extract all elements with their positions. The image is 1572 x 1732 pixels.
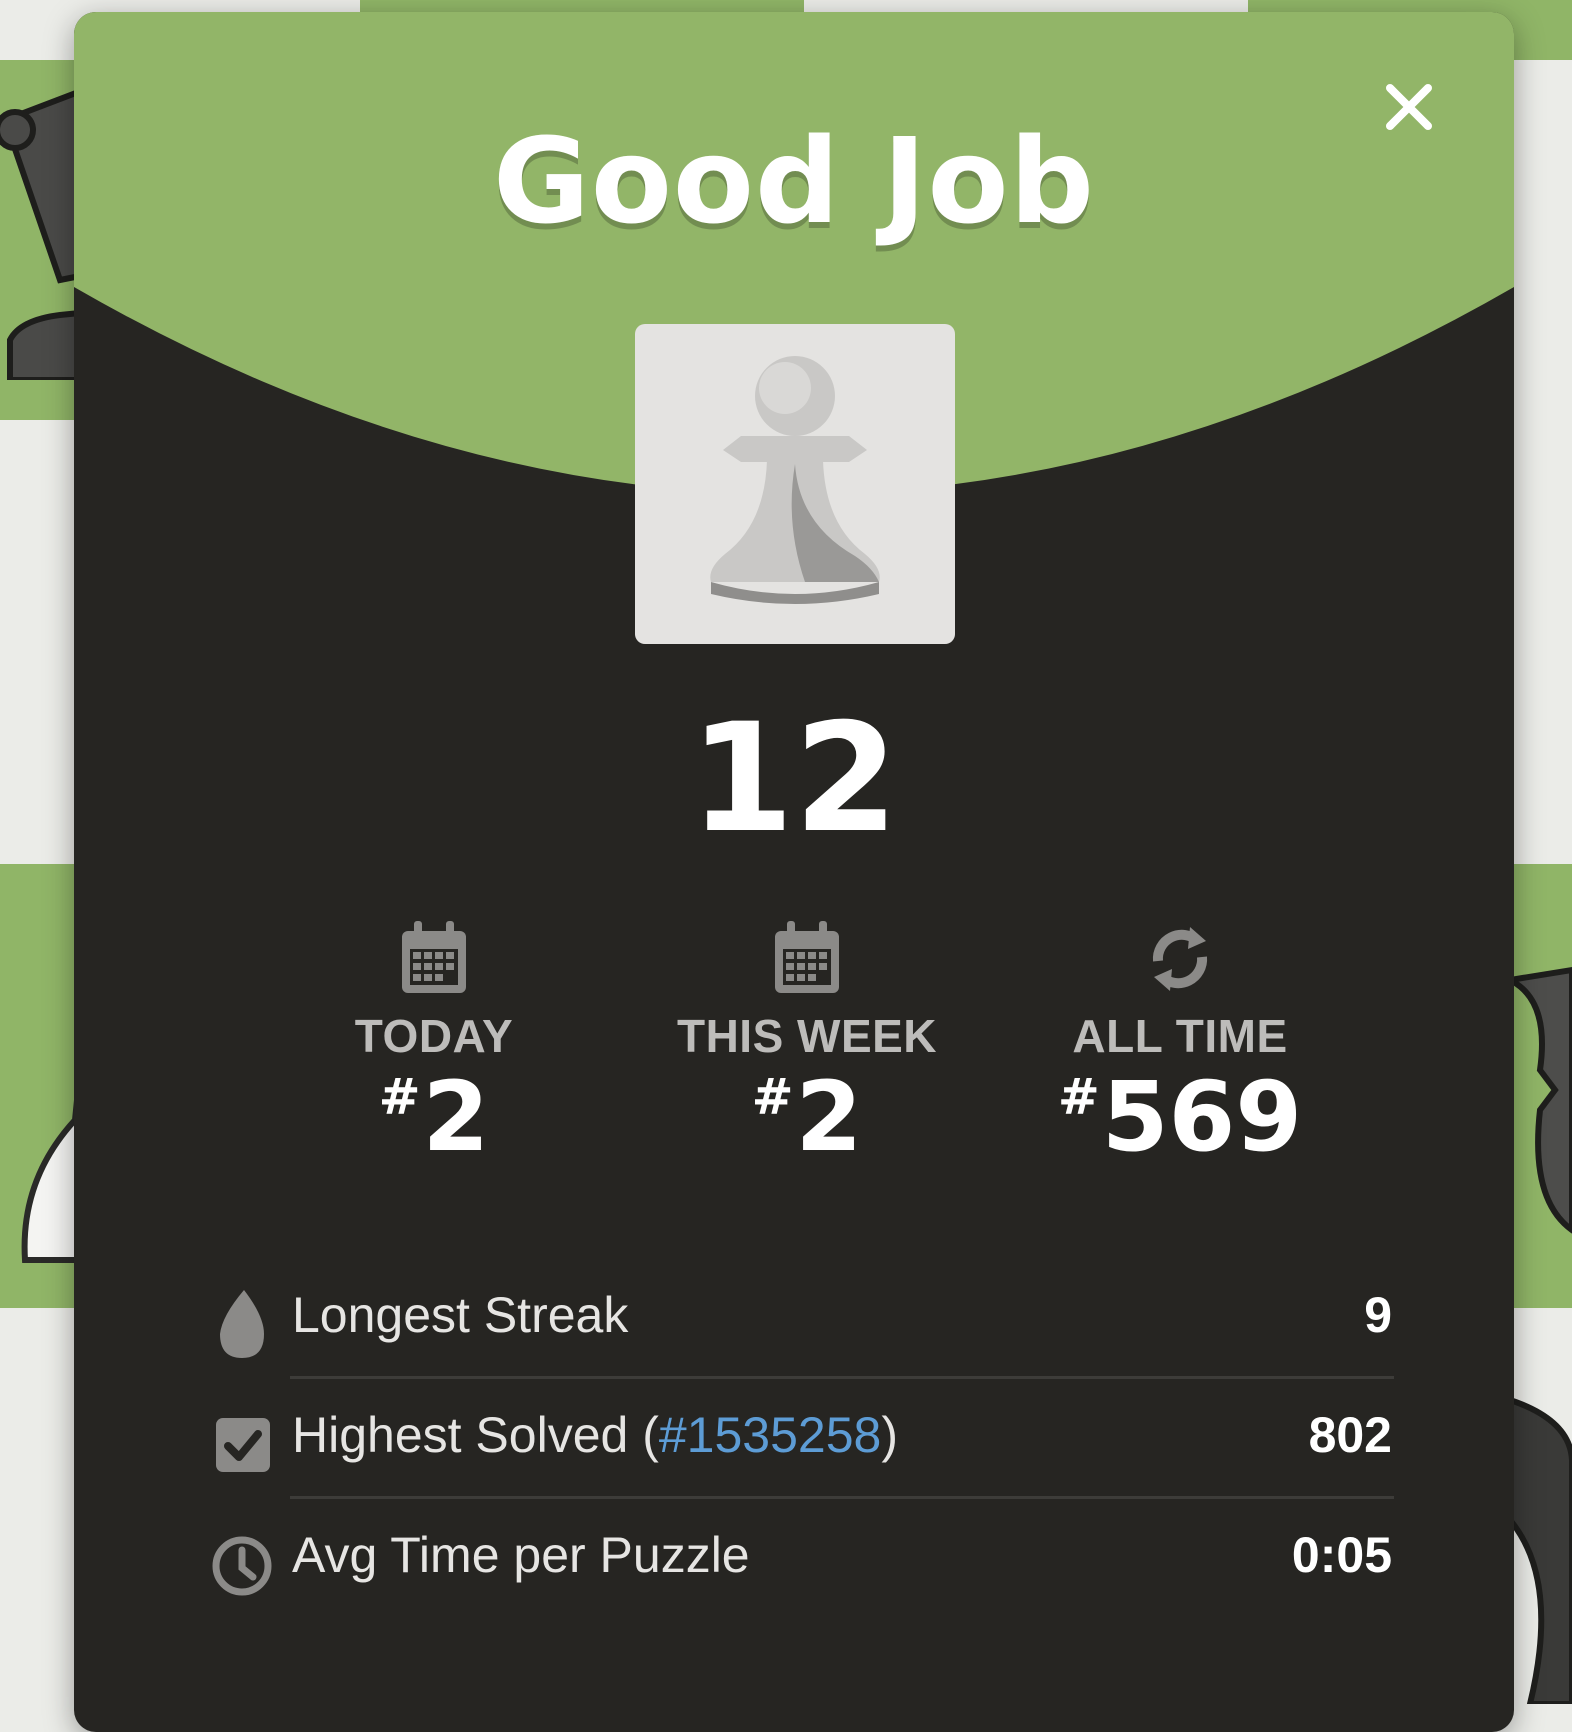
divider	[290, 1376, 1394, 1379]
calendar-icon	[775, 921, 839, 993]
stat-avg-time: Avg Time per Puzzle 0:05	[210, 1504, 1392, 1614]
rank-value: #2	[378, 1061, 490, 1173]
stat-label: Avg Time per Puzzle	[292, 1527, 750, 1583]
rank-value: #2	[751, 1061, 863, 1173]
stat-value: 802	[1308, 1407, 1392, 1463]
refresh-icon	[1152, 927, 1208, 991]
puzzle-result-modal: Good Job 12 TODAY #2 THIS WEEK #2 ALL TI…	[74, 12, 1514, 1732]
divider	[290, 1496, 1394, 1499]
clock-icon	[212, 1536, 272, 1596]
rank-this-week: THIS WEEK #2	[627, 917, 987, 1165]
stat-longest-streak: Longest Streak 9	[210, 1264, 1392, 1374]
puzzle-link[interactable]: #1535258	[659, 1407, 881, 1463]
stat-label: Longest Streak	[292, 1287, 629, 1343]
checkbox-icon	[216, 1418, 270, 1472]
rank-value: #569	[1057, 1061, 1303, 1173]
rank-today: TODAY #2	[254, 917, 614, 1165]
rank-label: THIS WEEK	[676, 1010, 938, 1062]
stat-value: 9	[1364, 1287, 1392, 1343]
modal-title: Good Job	[493, 112, 1095, 250]
flame-icon	[220, 1290, 264, 1358]
rank-all-time: ALL TIME #569	[1000, 917, 1360, 1165]
rank-label: TODAY	[354, 1010, 514, 1062]
stat-highest-solved: Highest Solved (#1535258) 802	[210, 1384, 1392, 1494]
white-pawn-piece-icon	[21, 1069, 80, 1263]
black-pawn-piece-icon	[1510, 966, 1572, 1234]
stat-label: Highest Solved (#1535258)	[292, 1407, 898, 1463]
calendar-icon	[402, 921, 466, 993]
rank-label: ALL TIME	[1072, 1010, 1288, 1062]
puzzle-score: 12	[689, 692, 899, 866]
pawn-avatar-icon	[710, 356, 880, 604]
stat-value: 0:05	[1291, 1527, 1392, 1583]
avatar	[635, 324, 955, 644]
black-piece-icon	[1510, 1396, 1572, 1704]
